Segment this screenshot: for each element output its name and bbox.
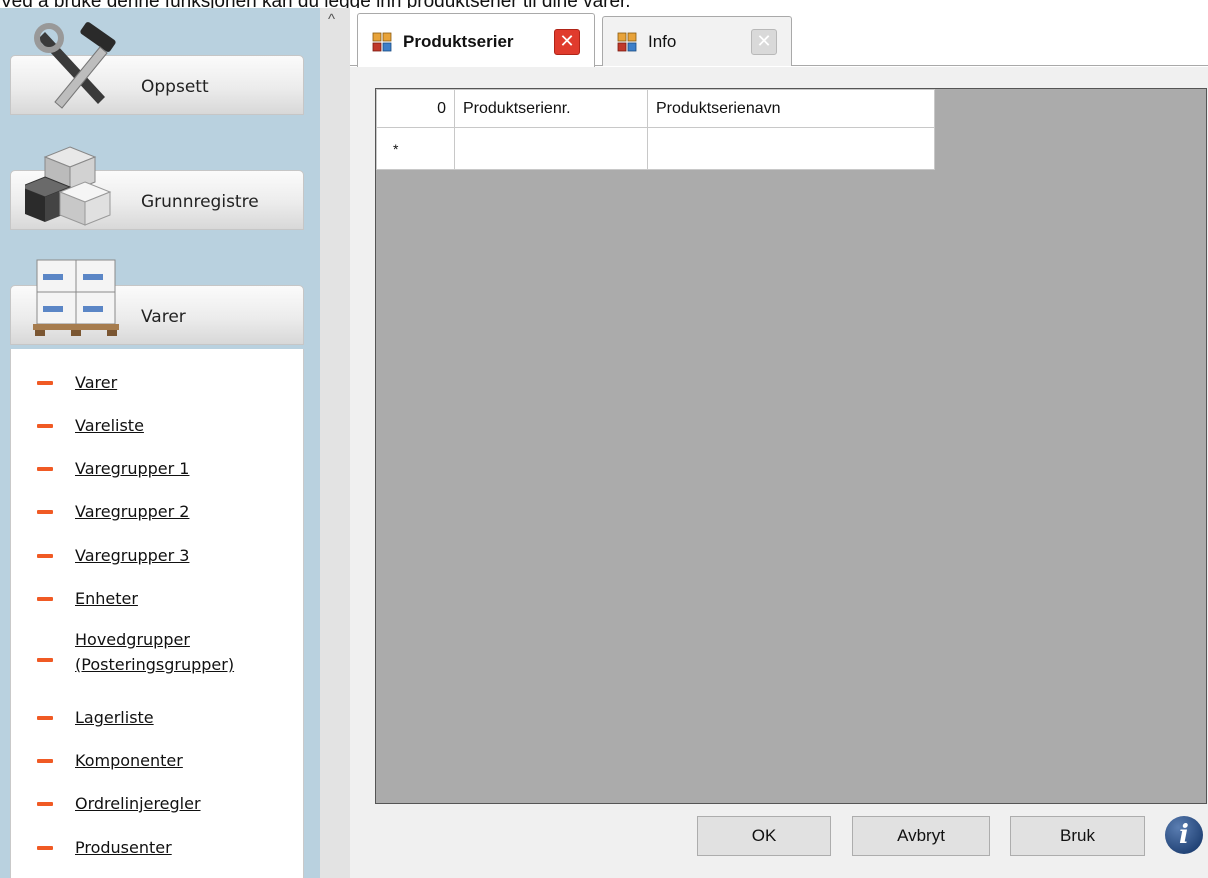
cubes-icon	[25, 146, 112, 226]
navigation-panel: Oppsett Grunnregistre Varer Varer Vareli…	[0, 8, 320, 878]
section-label-varer: Varer	[141, 307, 186, 327]
tab-label: Info	[648, 32, 677, 51]
section-button-grunnregistre[interactable]: Grunnregistre	[10, 146, 304, 230]
grid-table: 0 Produktserienr. Produktserienavn *	[376, 89, 935, 170]
row-count-cell: 0	[376, 89, 455, 128]
tab-produktserier[interactable]: Produktserier ✕	[357, 13, 595, 67]
section-button-varer[interactable]: Varer	[10, 259, 304, 345]
column-header-produktserienavn[interactable]: Produktserienavn	[647, 89, 935, 128]
bullet-icon	[37, 510, 53, 514]
close-tab-icon[interactable]: ✕	[751, 29, 777, 55]
panel-splitter[interactable]: ^	[320, 8, 350, 878]
tools-icon	[34, 22, 116, 109]
section-button-oppsett[interactable]: Oppsett	[10, 22, 304, 115]
close-tab-icon[interactable]: ✕	[554, 29, 580, 55]
tab-strip: Produktserier ✕ Info ✕	[350, 8, 1208, 67]
bullet-icon	[37, 846, 53, 850]
section-label-grunnregistre: Grunnregistre	[141, 192, 259, 212]
tab-label: Produktserier	[403, 32, 514, 51]
info-icon[interactable]: i	[1165, 816, 1203, 854]
bullet-icon	[37, 597, 53, 601]
apply-button[interactable]: Bruk	[1010, 816, 1145, 856]
cell-produktserienavn[interactable]	[647, 127, 935, 170]
collapse-arrow-icon[interactable]: ^	[328, 11, 335, 28]
varer-link-panel: Varer Vareliste Varegrupper 1 Varegruppe…	[10, 349, 304, 878]
bullet-icon	[37, 802, 53, 806]
cancel-button[interactable]: Avbryt	[852, 816, 990, 856]
tab-info[interactable]: Info ✕	[602, 16, 792, 66]
bullet-icon	[37, 759, 53, 763]
form-icon	[617, 32, 637, 52]
bullet-icon	[37, 554, 53, 558]
bullet-icon	[37, 424, 53, 428]
grid-header-row: 0 Produktserienr. Produktserienavn	[376, 89, 935, 128]
bullet-icon	[37, 467, 53, 471]
bullet-icon	[37, 381, 53, 385]
new-row-marker: *	[376, 127, 455, 170]
column-header-produktserienr[interactable]: Produktserienr.	[454, 89, 648, 128]
data-grid[interactable]: 0 Produktserienr. Produktserienavn *	[375, 88, 1207, 804]
ok-button[interactable]: OK	[697, 816, 831, 856]
bullet-icon	[37, 716, 53, 720]
pallet-boxes-icon	[33, 259, 119, 336]
bullet-icon	[37, 658, 53, 662]
tab-content: 0 Produktserienr. Produktserienavn * OK …	[350, 67, 1208, 878]
form-icon	[372, 32, 392, 52]
new-row[interactable]: *	[376, 127, 935, 170]
cell-produktserienr[interactable]	[454, 127, 648, 170]
section-label-oppsett: Oppsett	[141, 77, 209, 97]
